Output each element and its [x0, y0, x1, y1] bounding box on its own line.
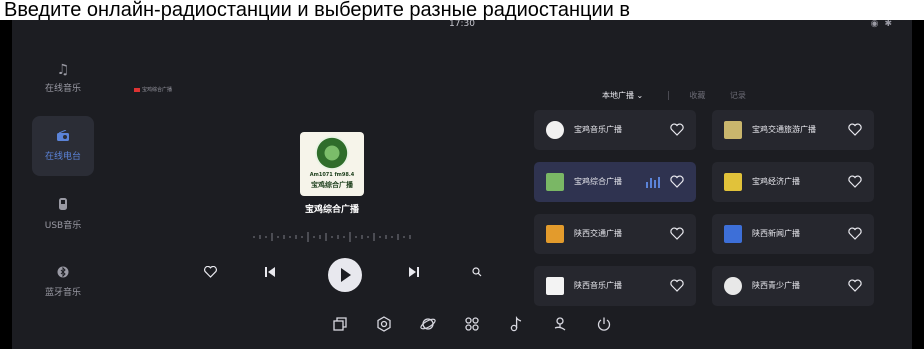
station-name: 陕西交通广播 [574, 229, 622, 238]
tab-local[interactable]: 本地广播 ⌄ [602, 90, 643, 101]
sidebar-item-online-radio[interactable]: 在线电台 [32, 116, 94, 176]
favorite-heart-icon[interactable] [204, 265, 217, 282]
bottom-dock [332, 312, 622, 340]
station-logo-icon [724, 225, 742, 243]
caption-banner: Введите онлайн-радиостанции и выберите р… [0, 0, 924, 20]
radio-icon [56, 129, 70, 146]
cover-station-name: 宝鸡综合广播 [311, 181, 353, 189]
eye-icon: ◉ [870, 20, 885, 29]
apps-grid-icon[interactable] [464, 316, 482, 334]
station-card[interactable]: 陕西青少广播 [712, 266, 874, 306]
divider [667, 91, 669, 100]
heart-icon[interactable] [848, 227, 862, 241]
station-logo-icon [546, 173, 564, 191]
bluetooth-icon: ✱ [884, 20, 898, 29]
next-icon[interactable] [408, 266, 420, 282]
station-card-playing[interactable]: 宝鸡综合广播 [534, 162, 696, 202]
tab-history[interactable]: 记录 [730, 90, 746, 101]
station-name: 陕西音乐广播 [574, 281, 622, 290]
usb-icon [58, 197, 68, 215]
equalizer-icon [646, 177, 660, 188]
sidebar-item-label: 蓝牙音乐 [44, 288, 81, 298]
planet-icon[interactable] [420, 316, 438, 334]
cover-frequency: Am1071 fm98.4 [309, 172, 355, 178]
status-icons: ◉✱ [871, 20, 898, 29]
heart-icon[interactable] [670, 279, 684, 293]
station-logo-icon [546, 121, 564, 139]
station-logo-icon [546, 277, 564, 295]
chevron-down-icon: ⌄ [636, 91, 644, 100]
station-logo-icon [724, 121, 742, 139]
sidebar-item-online-music[interactable]: ♫ 在线音乐 [32, 48, 94, 108]
heart-icon[interactable] [848, 123, 862, 137]
car-screen: 17:30 ◉✱ ♫ 在线音乐 在线电台 USB音乐 蓝牙音乐 宝鸡综合广播 A… [12, 20, 912, 349]
bluetooth-icon [57, 266, 69, 282]
sidebar: ♫ 在线音乐 在线电台 USB音乐 蓝牙音乐 [32, 48, 102, 320]
heart-icon[interactable] [670, 227, 684, 241]
clock: 17:30 [449, 20, 475, 29]
station-logo-icon [546, 225, 564, 243]
navigation-icon[interactable] [552, 316, 570, 334]
live-dot-icon [134, 87, 140, 92]
heart-icon[interactable] [670, 175, 684, 189]
previous-icon[interactable] [264, 266, 276, 282]
play-button[interactable] [328, 258, 362, 292]
status-bar: 17:30 ◉✱ [12, 20, 912, 42]
station-tabs: 本地广播 ⌄ 收藏 记录 [602, 90, 768, 104]
heart-icon[interactable] [848, 279, 862, 293]
sidebar-item-label: USB音乐 [44, 221, 82, 231]
station-card[interactable]: 陕西音乐广播 [534, 266, 696, 306]
sidebar-item-label: 在线电台 [44, 152, 81, 162]
station-name: 宝鸡经济广播 [752, 177, 800, 186]
station-name: 宝鸡音乐广播 [574, 125, 622, 134]
station-card[interactable]: 陕西交通广播 [534, 214, 696, 254]
station-card[interactable]: 陕西新闻广播 [712, 214, 874, 254]
album-cover: Am1071 fm98.4 宝鸡综合广播 [300, 132, 364, 196]
windows-icon[interactable] [332, 316, 350, 334]
station-name: 陕西新闻广播 [752, 229, 800, 238]
station-logo-icon [724, 277, 742, 295]
music-note-icon: ♫ [56, 62, 70, 78]
station-card[interactable]: 宝鸡音乐广播 [534, 110, 696, 150]
power-icon[interactable] [596, 316, 614, 334]
now-playing-title: 宝鸡综合广播 [304, 205, 359, 215]
tab-favorites[interactable]: 收藏 [689, 90, 705, 101]
heart-icon[interactable] [848, 175, 862, 189]
heart-icon[interactable] [670, 123, 684, 137]
playback-controls [182, 258, 482, 294]
search-icon[interactable] [472, 266, 482, 281]
station-name: 宝鸡交通旅游广播 [752, 125, 816, 134]
station-card[interactable]: 宝鸡交通旅游广播 [712, 110, 874, 150]
station-card[interactable]: 宝鸡经济广播 [712, 162, 874, 202]
settings-icon[interactable] [376, 316, 394, 334]
play-icon [341, 268, 351, 282]
waveform[interactable] [250, 230, 414, 244]
sidebar-item-bluetooth-music[interactable]: 蓝牙音乐 [32, 252, 94, 312]
station-logo [315, 136, 349, 170]
sidebar-item-usb-music[interactable]: USB音乐 [32, 184, 94, 244]
sidebar-item-label: 在线音乐 [44, 84, 81, 94]
station-logo-icon [724, 173, 742, 191]
music-icon[interactable] [508, 315, 526, 334]
station-name: 陕西青少广播 [752, 281, 800, 290]
source-tag: 宝鸡综合广播 [134, 86, 172, 93]
